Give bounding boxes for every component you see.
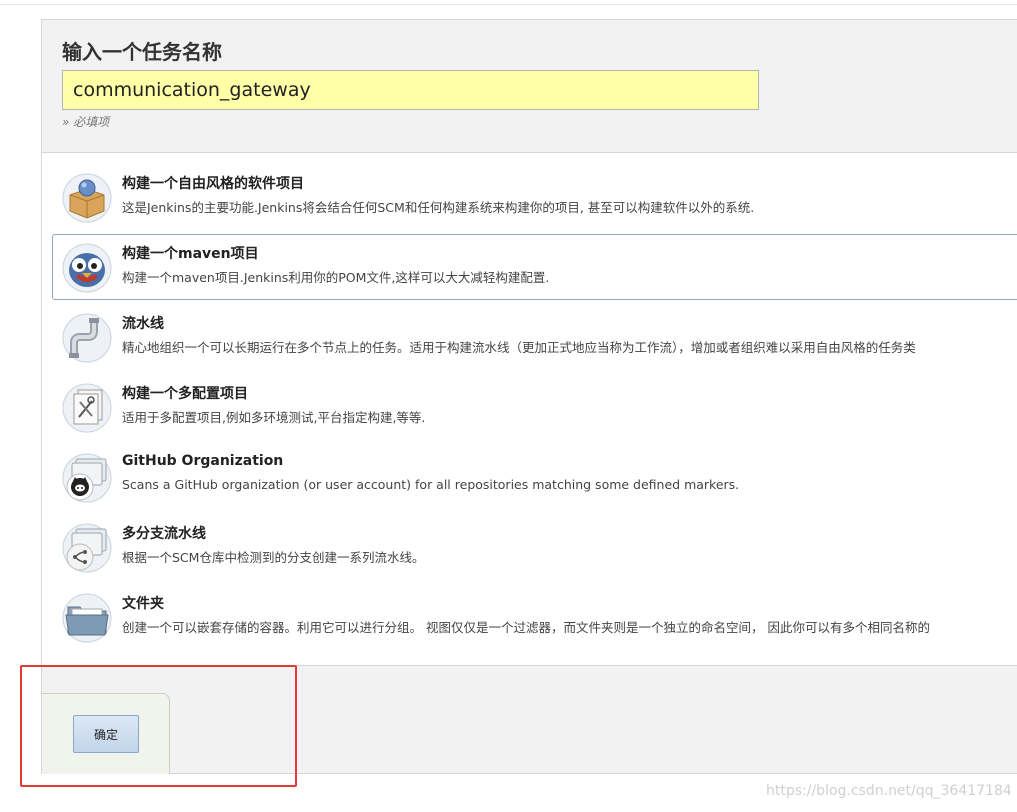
job-type-folder[interactable]: 文件夹 创建一个可以嵌套存储的容器。利用它可以进行分组。 视图仅仅是一个过滤器，… — [52, 584, 1017, 650]
job-type-description: 这是Jenkins的主要功能.Jenkins将会结合任何SCM和任何构建系统来构… — [122, 200, 755, 215]
job-type-title: 构建一个自由风格的软件项目 — [122, 176, 304, 192]
watermark-text: https://blog.csdn.net/qq_36417184 — [766, 783, 1012, 799]
multi-config-project-icon — [62, 383, 112, 433]
job-type-pipeline[interactable]: 流水线 精心地组织一个可以长期运行在多个节点上的任务。适用于构建流水线（更加正式… — [52, 304, 1017, 370]
annotation-highlight-box — [20, 665, 297, 787]
item-name-section: 输入一个任务名称 » 必填项 — [42, 20, 1017, 153]
job-type-title: GitHub Organization — [122, 453, 284, 469]
job-type-description: 精心地组织一个可以长期运行在多个节点上的任务。适用于构建流水线（更加正式地应当称… — [122, 340, 916, 355]
job-type-title: 文件夹 — [122, 596, 164, 612]
item-name-title: 输入一个任务名称 — [62, 40, 222, 64]
job-type-title: 构建一个多配置项目 — [122, 386, 248, 402]
maven-project-icon — [62, 243, 112, 293]
job-type-freestyle[interactable]: 构建一个自由风格的软件项目 这是Jenkins的主要功能.Jenkins将会结合… — [52, 164, 1017, 230]
multibranch-pipeline-icon — [62, 523, 112, 573]
job-type-description: 创建一个可以嵌套存储的容器。利用它可以进行分组。 视图仅仅是一个过滤器，而文件夹… — [122, 620, 930, 635]
job-type-title: 多分支流水线 — [122, 526, 206, 542]
job-type-maven[interactable]: 构建一个maven项目 构建一个maven项目.Jenkins利用你的POM文件… — [52, 234, 1017, 300]
job-type-description: 根据一个SCM仓库中检测到的分支创建一系列流水线。 — [122, 550, 425, 565]
freestyle-project-icon — [62, 173, 112, 223]
job-type-title: 流水线 — [122, 316, 164, 332]
job-type-multibranch-pipeline[interactable]: 多分支流水线 根据一个SCM仓库中检测到的分支创建一系列流水线。 — [52, 514, 1017, 580]
job-type-description: Scans a GitHub organization (or user acc… — [122, 477, 740, 492]
pipeline-icon — [62, 313, 112, 363]
item-name-input[interactable] — [62, 70, 759, 110]
job-type-description: 适用于多配置项目,例如多环境测试,平台指定构建,等等. — [122, 410, 426, 425]
folder-icon — [62, 593, 112, 643]
github-organization-icon — [62, 453, 112, 503]
job-type-github-organization[interactable]: GitHub Organization Scans a GitHub organ… — [52, 444, 1017, 510]
job-type-multi-config[interactable]: 构建一个多配置项目 适用于多配置项目,例如多环境测试,平台指定构建,等等. — [52, 374, 1017, 440]
required-hint: » 必填项 — [62, 115, 110, 129]
job-type-title: 构建一个maven项目 — [122, 246, 259, 262]
job-type-list: 构建一个自由风格的软件项目 这是Jenkins的主要功能.Jenkins将会结合… — [42, 153, 1017, 663]
new-item-panel: 输入一个任务名称 » 必填项 构建一个自由风格的软件项目 这是Jenkins的主… — [41, 19, 1017, 774]
job-type-description: 构建一个maven项目.Jenkins利用你的POM文件,这样可以大大减轻构建配… — [122, 270, 550, 285]
top-divider — [0, 0, 1017, 5]
